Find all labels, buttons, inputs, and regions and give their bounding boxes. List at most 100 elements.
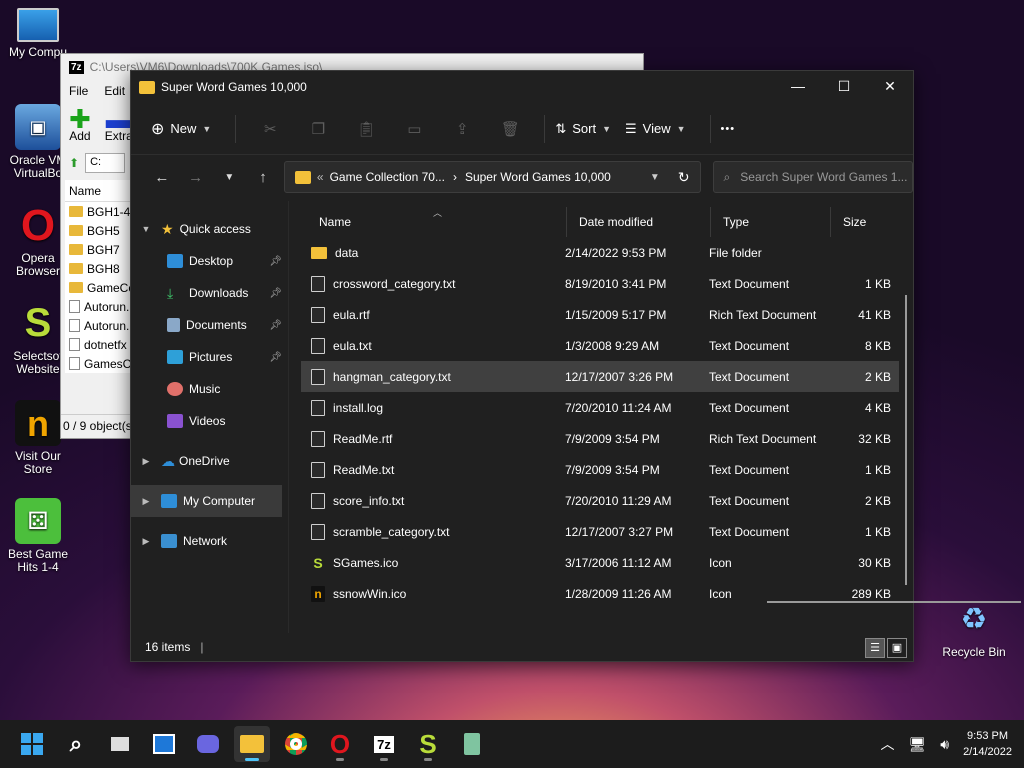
breadcrumb-parent[interactable]: Game Collection 70... [330, 170, 445, 184]
nav-music[interactable]: Music [131, 373, 288, 405]
file-name: score_info.txt [333, 493, 405, 508]
virtualbox-icon: ▣ [15, 104, 61, 150]
taskbar-app[interactable] [454, 726, 490, 762]
sort-button[interactable]: ⇅ Sort ▼ [555, 121, 611, 137]
volume-icon[interactable]: 🔊︎ [940, 736, 949, 753]
file-row[interactable]: hangman_category.txt 12/17/2007 3:26 PM Te… [301, 361, 899, 392]
extract-button[interactable]: ▬ Extra [105, 106, 133, 143]
desktop-icon [167, 254, 183, 268]
breadcrumb-overflow[interactable]: « [317, 170, 324, 184]
nav-desktop[interactable]: Desktop 📌︎ [131, 245, 288, 277]
share-icon[interactable]: ⇪ [438, 120, 486, 138]
recent-locations-chevron-icon[interactable]: ▼ [212, 172, 246, 183]
menu-edit[interactable]: Edit [104, 84, 125, 98]
chevron-down-icon[interactable]: ▼ [650, 172, 660, 183]
file-row[interactable]: data 2/14/2022 9:53 PM File folder [301, 237, 899, 268]
taskbar-opera[interactable]: O [322, 726, 358, 762]
nav-documents[interactable]: Documents 📌︎ [131, 309, 288, 341]
file-row[interactable]: n ssnowWin.ico 1/28/2009 11:26 AM Icon 289 K… [301, 578, 899, 609]
task-view-button[interactable] [102, 726, 138, 762]
details-view-icon[interactable]: ☰ [865, 638, 885, 658]
list-item[interactable]: dotnetfx [65, 335, 131, 354]
recycle-app-icon [464, 733, 480, 755]
nav-my-computer[interactable]: ▶ My Computer [131, 485, 282, 517]
chevron-right-icon[interactable]: ▶ [139, 536, 153, 547]
column-header-name[interactable]: Name ︿ [307, 207, 567, 237]
widgets-button[interactable] [146, 726, 182, 762]
chat-button[interactable] [190, 726, 226, 762]
start-button[interactable] [14, 726, 50, 762]
nav-downloads[interactable]: ⤓ Downloads 📌︎ [131, 277, 288, 309]
menu-file[interactable]: File [69, 84, 88, 98]
file-row[interactable]: scramble_category.txt 12/17/2007 3:27 PM T… [301, 516, 899, 547]
nav-videos[interactable]: Videos [131, 405, 288, 437]
file-row[interactable]: install.log 7/20/2010 11:24 AM Text Docume… [301, 392, 899, 423]
list-item[interactable]: Autorun. [65, 297, 131, 316]
new-button[interactable]: ⊕ New ▼ [151, 119, 211, 139]
column-header-type[interactable]: Type [711, 207, 831, 237]
chevron-down-icon[interactable]: ▼ [139, 224, 153, 234]
file-row[interactable]: eula.rtf 1/15/2009 5:17 PM Rich Text Docum… [301, 299, 899, 330]
more-options-button[interactable]: ••• [721, 123, 736, 135]
file-explorer-window[interactable]: Super Word Games 10,000 — ☐ ✕ ⊕ New ▼ ✂ … [130, 70, 1021, 662]
breadcrumb-current[interactable]: Super Word Games 10,000 [465, 170, 611, 184]
nav-network[interactable]: ▶ Network [131, 525, 288, 557]
back-arrow-icon[interactable]: ← [145, 169, 179, 186]
list-item[interactable]: BGH7 [65, 240, 131, 259]
refresh-icon[interactable]: ↻ [678, 169, 690, 186]
file-row[interactable]: ReadMe.rtf 7/9/2009 3:54 PM Rich Text Docu… [301, 423, 899, 454]
nav-quick-access[interactable]: ▼ ★ Quick access [131, 213, 288, 245]
list-item[interactable]: Autorun. [65, 316, 131, 335]
nav-pictures[interactable]: Pictures 📌︎ [131, 341, 288, 373]
file-row[interactable]: ReadMe.txt 7/9/2009 3:54 PM Text Document 1… [301, 454, 899, 485]
taskbar-chrome[interactable] [278, 726, 314, 762]
chevron-right-icon[interactable]: ▶ [139, 456, 153, 467]
taskbar-selectsoft[interactable]: S [410, 726, 446, 762]
file-row[interactable]: eula.txt 1/3/2008 9:29 AM Text Document 8 K… [301, 330, 899, 361]
up-folder-icon[interactable]: ⬆ [69, 156, 79, 170]
search-button[interactable]: ⌕ [58, 726, 94, 762]
close-button[interactable]: ✕ [867, 71, 913, 101]
file-row[interactable]: S SGames.ico 3/17/2006 11:12 AM Icon 30 KB [301, 547, 899, 578]
column-header-size[interactable]: Size [831, 207, 901, 237]
vertical-scrollbar[interactable] [905, 295, 907, 585]
clock[interactable]: 9:53 PM 2/14/2022 [963, 728, 1012, 760]
up-arrow-icon[interactable]: ↑ [246, 169, 280, 186]
address-bar[interactable]: « Game Collection 70... › Super Word Gam… [283, 161, 701, 193]
pin-icon: 📌︎ [269, 287, 282, 299]
add-button[interactable]: ✚ Add [69, 106, 91, 143]
horizontal-scrollbar[interactable] [767, 601, 1021, 603]
list-item[interactable]: BGH8 [65, 259, 131, 278]
seven-zip-path-field[interactable]: C: [85, 153, 126, 173]
desktop-icon-my-computer[interactable]: My Compu [0, 8, 76, 59]
desktop-icon-recycle-bin[interactable]: ♻ Recycle Bin [936, 596, 1012, 659]
forward-arrow-icon[interactable]: → [179, 169, 213, 186]
chevron-right-icon[interactable]: ▶ [139, 496, 153, 507]
delete-icon[interactable]: 🗑︎ [486, 120, 534, 138]
rename-icon[interactable]: ▭ [390, 120, 438, 138]
list-item[interactable]: GamesC [65, 354, 131, 373]
large-icons-view-icon[interactable]: ▣ [887, 638, 907, 658]
list-item[interactable]: BGH1-4 [65, 202, 131, 221]
network-icon[interactable]: 🖥︎ [908, 736, 926, 753]
copy-icon[interactable]: ❐ [294, 120, 342, 138]
maximize-button[interactable]: ☐ [821, 71, 867, 101]
chevron-up-icon[interactable]: ︿ [880, 734, 894, 754]
cut-icon[interactable]: ✂ [246, 120, 294, 138]
pin-icon: 📌︎ [269, 319, 282, 331]
desktop-icon-best-game-hits[interactable]: ⚄ Best Game Hits 1-4 [0, 498, 76, 574]
column-header-date[interactable]: Date modified [567, 207, 711, 237]
column-header-name[interactable]: Name [65, 180, 131, 202]
list-item[interactable]: BGH5 [65, 221, 131, 240]
taskbar-7zip[interactable]: 7z [366, 726, 402, 762]
file-row[interactable]: score_info.txt 7/20/2010 11:29 AM Text Doc… [301, 485, 899, 516]
list-item[interactable]: GameCo [65, 278, 131, 297]
taskbar-file-explorer[interactable] [234, 726, 270, 762]
nav-onedrive[interactable]: ▶ ☁ OneDrive [131, 445, 288, 477]
paste-icon[interactable]: 📋︎ [342, 120, 390, 138]
view-button[interactable]: ☰ View ▼ [625, 121, 686, 137]
minimize-button[interactable]: — [775, 71, 821, 101]
search-box[interactable]: ⌕ Search Super Word Games 1... [712, 161, 913, 193]
command-bar: ⊕ New ▼ ✂ ❐ 📋︎ ▭ ⇪ 🗑︎ ⇅ Sort ▼ ☰ View ▼ … [131, 103, 913, 155]
file-row[interactable]: crossword_category.txt 8/19/2010 3:41 PM T… [301, 268, 899, 299]
